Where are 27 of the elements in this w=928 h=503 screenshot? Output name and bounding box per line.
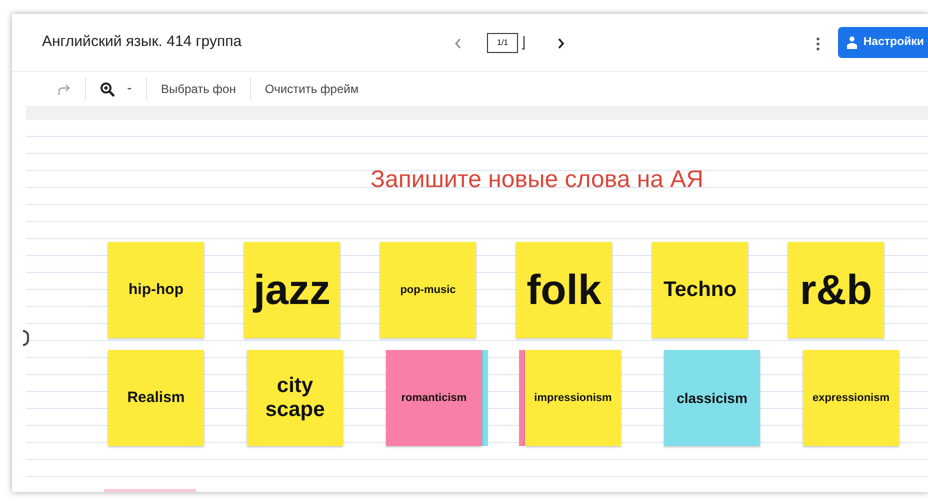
sticky-note[interactable]: pop-music [380,242,476,338]
sticky-note[interactable]: classicism [664,350,760,446]
frame-bracket-icon [522,35,526,50]
person-icon [846,36,858,50]
sticky-note[interactable]: romanticism [386,350,482,446]
board-title: Английский язык. 414 группа [42,32,243,52]
sticky-note[interactable]: folk [516,242,612,338]
sticky-note[interactable]: jazz [244,242,340,338]
sticky-note[interactable]: Techno [652,242,748,338]
toolbar-button[interactable]: Выбрать фон [153,78,244,100]
sticky-note[interactable]: hip-hop [108,242,204,338]
chevron-right-icon [556,37,566,50]
zoom-in-icon [100,82,115,96]
chevron-left-icon [453,37,463,50]
more-vert-icon [816,36,820,51]
toolbar-button[interactable]: Очистить фрейм [256,78,367,100]
page-counter[interactable]: 1/1 [487,32,518,52]
sticky-note[interactable]: expressionism [803,350,899,446]
redo-icon [56,82,71,97]
sticky-note[interactable]: impressionism [525,350,621,446]
caret-down-icon [127,88,132,90]
settings-button[interactable]: Настройки [838,26,928,58]
sticky-note[interactable]: r&b [788,242,884,338]
sticky-note[interactable]: city scape [247,350,343,446]
frame-heading: Запишите новые слова на АЯ [370,165,704,195]
collapse-handle[interactable] [23,330,29,346]
sticky-note[interactable]: Realism [108,350,204,446]
